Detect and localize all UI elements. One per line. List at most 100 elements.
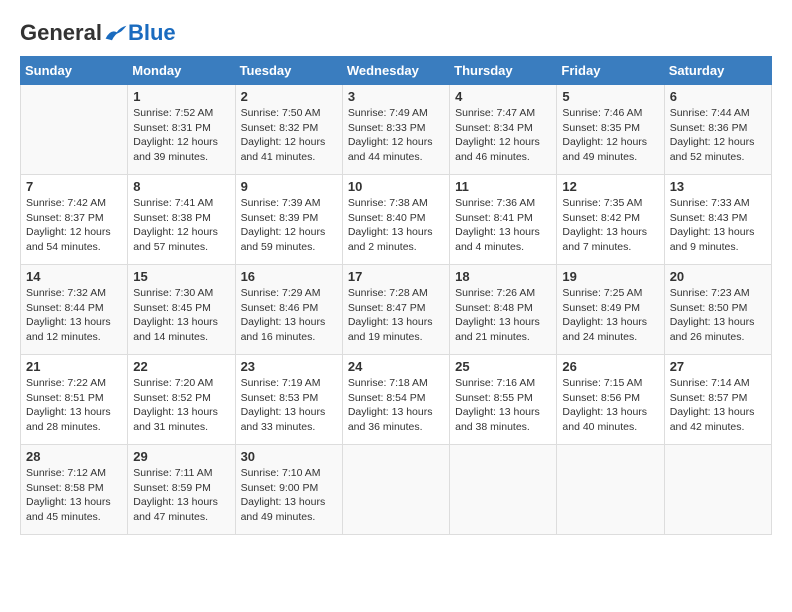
calendar-week-row: 14 Sunrise: 7:32 AM Sunset: 8:44 PM Dayli… — [21, 265, 772, 355]
calendar-week-row: 1 Sunrise: 7:52 AM Sunset: 8:31 PM Daylig… — [21, 85, 772, 175]
day-number: 13 — [670, 179, 766, 194]
day-number: 25 — [455, 359, 551, 374]
weekday-header-cell: Tuesday — [235, 57, 342, 85]
day-info: Sunrise: 7:15 AM Sunset: 8:56 PM Dayligh… — [562, 376, 658, 435]
calendar-day-cell: 29 Sunrise: 7:11 AM Sunset: 8:59 PM Dayli… — [128, 445, 235, 535]
day-number: 22 — [133, 359, 229, 374]
day-info: Sunrise: 7:11 AM Sunset: 8:59 PM Dayligh… — [133, 466, 229, 525]
day-number: 8 — [133, 179, 229, 194]
day-number: 4 — [455, 89, 551, 104]
calendar-day-cell — [557, 445, 664, 535]
weekday-header-cell: Saturday — [664, 57, 771, 85]
calendar-day-cell: 9Sunrise: 7:39 AM Sunset: 8:39 PM Daylig… — [235, 175, 342, 265]
calendar-day-cell: 2 Sunrise: 7:50 AM Sunset: 8:32 PM Daylig… — [235, 85, 342, 175]
day-info: Sunrise: 7:52 AM Sunset: 8:31 PM Dayligh… — [133, 106, 229, 165]
header: General Blue — [20, 20, 772, 46]
day-number: 10 — [348, 179, 444, 194]
day-number: 16 — [241, 269, 337, 284]
calendar-day-cell: 21 Sunrise: 7:22 AM Sunset: 8:51 PM Dayli… — [21, 355, 128, 445]
calendar-day-cell: 26 Sunrise: 7:15 AM Sunset: 8:56 PM Dayli… — [557, 355, 664, 445]
calendar-day-cell: 1 Sunrise: 7:52 AM Sunset: 8:31 PM Daylig… — [128, 85, 235, 175]
calendar-day-cell: 18Sunrise: 7:26 AM Sunset: 8:48 PM Dayli… — [450, 265, 557, 355]
day-info: Sunrise: 7:29 AM Sunset: 8:46 PM Dayligh… — [241, 286, 337, 345]
calendar-day-cell: 12 Sunrise: 7:35 AM Sunset: 8:42 PM Dayli… — [557, 175, 664, 265]
calendar-day-cell: 30 Sunrise: 7:10 AM Sunset: 9:00 PM Dayli… — [235, 445, 342, 535]
day-info: Sunrise: 7:42 AM Sunset: 8:37 PM Dayligh… — [26, 196, 122, 255]
calendar-day-cell: 28 Sunrise: 7:12 AM Sunset: 8:58 PM Dayli… — [21, 445, 128, 535]
weekday-header-row: SundayMondayTuesdayWednesdayThursdayFrid… — [21, 57, 772, 85]
day-info: Sunrise: 7:32 AM Sunset: 8:44 PM Dayligh… — [26, 286, 122, 345]
day-number: 3 — [348, 89, 444, 104]
day-number: 20 — [670, 269, 766, 284]
calendar-day-cell: 15 Sunrise: 7:30 AM Sunset: 8:45 PM Dayli… — [128, 265, 235, 355]
weekday-header-cell: Monday — [128, 57, 235, 85]
day-number: 14 — [26, 269, 122, 284]
day-number: 1 — [133, 89, 229, 104]
day-info: Sunrise: 7:18 AM Sunset: 8:54 PM Dayligh… — [348, 376, 444, 435]
calendar-week-row: 28 Sunrise: 7:12 AM Sunset: 8:58 PM Dayli… — [21, 445, 772, 535]
calendar-day-cell: 19 Sunrise: 7:25 AM Sunset: 8:49 PM Dayli… — [557, 265, 664, 355]
day-number: 19 — [562, 269, 658, 284]
day-info: Sunrise: 7:12 AM Sunset: 8:58 PM Dayligh… — [26, 466, 122, 525]
day-number: 6 — [670, 89, 766, 104]
calendar-day-cell: 8 Sunrise: 7:41 AM Sunset: 8:38 PM Daylig… — [128, 175, 235, 265]
day-info: Sunrise: 7:36 AM Sunset: 8:41 PM Dayligh… — [455, 196, 551, 255]
day-info: Sunrise: 7:49 AM Sunset: 8:33 PM Dayligh… — [348, 106, 444, 165]
calendar-day-cell: 25 Sunrise: 7:16 AM Sunset: 8:55 PM Dayli… — [450, 355, 557, 445]
calendar-day-cell: 11 Sunrise: 7:36 AM Sunset: 8:41 PM Dayli… — [450, 175, 557, 265]
calendar-day-cell: 10 Sunrise: 7:38 AM Sunset: 8:40 PM Dayli… — [342, 175, 449, 265]
logo: General Blue — [20, 20, 176, 46]
day-number: 28 — [26, 449, 122, 464]
day-number: 2 — [241, 89, 337, 104]
calendar-day-cell: 17 Sunrise: 7:28 AM Sunset: 8:47 PM Dayli… — [342, 265, 449, 355]
day-info: Sunrise: 7:10 AM Sunset: 9:00 PM Dayligh… — [241, 466, 337, 525]
day-info: Sunrise: 7:16 AM Sunset: 8:55 PM Dayligh… — [455, 376, 551, 435]
calendar-week-row: 21 Sunrise: 7:22 AM Sunset: 8:51 PM Dayli… — [21, 355, 772, 445]
day-info: Sunrise: 7:38 AM Sunset: 8:40 PM Dayligh… — [348, 196, 444, 255]
calendar-day-cell: 6 Sunrise: 7:44 AM Sunset: 8:36 PM Daylig… — [664, 85, 771, 175]
logo-bird-icon — [104, 23, 128, 43]
calendar-day-cell: 13 Sunrise: 7:33 AM Sunset: 8:43 PM Dayli… — [664, 175, 771, 265]
day-info: Sunrise: 7:22 AM Sunset: 8:51 PM Dayligh… — [26, 376, 122, 435]
day-info: Sunrise: 7:47 AM Sunset: 8:34 PM Dayligh… — [455, 106, 551, 165]
calendar-day-cell: 27 Sunrise: 7:14 AM Sunset: 8:57 PM Dayli… — [664, 355, 771, 445]
weekday-header-cell: Friday — [557, 57, 664, 85]
calendar-day-cell: 4 Sunrise: 7:47 AM Sunset: 8:34 PM Daylig… — [450, 85, 557, 175]
day-info: Sunrise: 7:50 AM Sunset: 8:32 PM Dayligh… — [241, 106, 337, 165]
day-info: Sunrise: 7:41 AM Sunset: 8:38 PM Dayligh… — [133, 196, 229, 255]
day-number: 5 — [562, 89, 658, 104]
day-info: Sunrise: 7:39 AM Sunset: 8:39 PM Dayligh… — [241, 196, 337, 255]
day-info: Sunrise: 7:26 AM Sunset: 8:48 PM Dayligh… — [455, 286, 551, 345]
calendar-body: 1 Sunrise: 7:52 AM Sunset: 8:31 PM Daylig… — [21, 85, 772, 535]
day-info: Sunrise: 7:14 AM Sunset: 8:57 PM Dayligh… — [670, 376, 766, 435]
day-info: Sunrise: 7:20 AM Sunset: 8:52 PM Dayligh… — [133, 376, 229, 435]
calendar-day-cell: 23Sunrise: 7:19 AM Sunset: 8:53 PM Dayli… — [235, 355, 342, 445]
day-info: Sunrise: 7:19 AM Sunset: 8:53 PM Dayligh… — [241, 376, 337, 435]
day-number: 30 — [241, 449, 337, 464]
calendar-day-cell — [21, 85, 128, 175]
calendar-day-cell: 24Sunrise: 7:18 AM Sunset: 8:54 PM Dayli… — [342, 355, 449, 445]
day-number: 7 — [26, 179, 122, 194]
calendar-day-cell: 14 Sunrise: 7:32 AM Sunset: 8:44 PM Dayli… — [21, 265, 128, 355]
day-info: Sunrise: 7:25 AM Sunset: 8:49 PM Dayligh… — [562, 286, 658, 345]
day-info: Sunrise: 7:44 AM Sunset: 8:36 PM Dayligh… — [670, 106, 766, 165]
calendar-day-cell: 22 Sunrise: 7:20 AM Sunset: 8:52 PM Dayli… — [128, 355, 235, 445]
day-number: 17 — [348, 269, 444, 284]
calendar-day-cell: 16 Sunrise: 7:29 AM Sunset: 8:46 PM Dayli… — [235, 265, 342, 355]
day-number: 26 — [562, 359, 658, 374]
day-number: 21 — [26, 359, 122, 374]
day-number: 27 — [670, 359, 766, 374]
day-info: Sunrise: 7:28 AM Sunset: 8:47 PM Dayligh… — [348, 286, 444, 345]
calendar-day-cell — [450, 445, 557, 535]
calendar-day-cell — [342, 445, 449, 535]
day-number: 29 — [133, 449, 229, 464]
day-info: Sunrise: 7:30 AM Sunset: 8:45 PM Dayligh… — [133, 286, 229, 345]
day-info: Sunrise: 7:33 AM Sunset: 8:43 PM Dayligh… — [670, 196, 766, 255]
day-info: Sunrise: 7:35 AM Sunset: 8:42 PM Dayligh… — [562, 196, 658, 255]
weekday-header-cell: Sunday — [21, 57, 128, 85]
calendar-day-cell: 20Sunrise: 7:23 AM Sunset: 8:50 PM Dayli… — [664, 265, 771, 355]
calendar-day-cell: 5Sunrise: 7:46 AM Sunset: 8:35 PM Daylig… — [557, 85, 664, 175]
day-number: 11 — [455, 179, 551, 194]
day-number: 15 — [133, 269, 229, 284]
day-number: 12 — [562, 179, 658, 194]
